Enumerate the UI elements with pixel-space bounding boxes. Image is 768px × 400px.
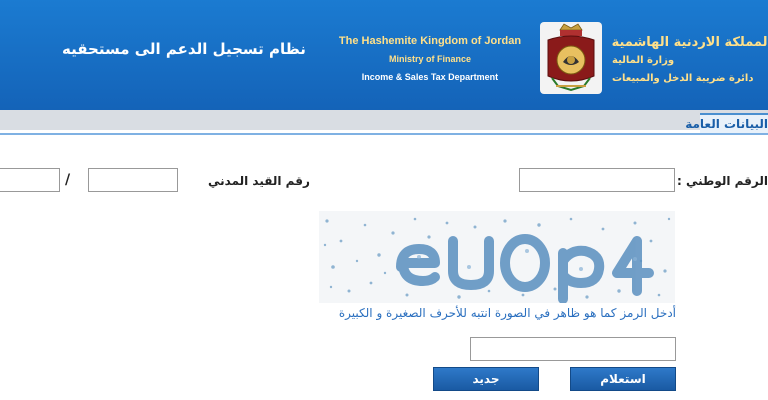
ar-department-name: دائرة ضريبة الدخل والمبيعات	[612, 73, 754, 84]
english-agency-block: The Hashemite Kingdom of Jordan Ministry…	[330, 32, 530, 86]
civil-registry-input-2[interactable]	[0, 168, 60, 192]
captcha-input[interactable]	[470, 337, 676, 361]
en-kingdom-name: The Hashemite Kingdom of Jordan	[338, 35, 522, 47]
ar-kingdom-name: المملكة الاردنية الهاشمية	[611, 35, 768, 50]
ar-ministry-name: وزارة المالية	[612, 55, 675, 66]
captcha-hint: أدخل الرمز كما هو ظاهر في الصورة انتبه ل…	[338, 306, 676, 320]
en-ministry-name: Ministry of Finance	[388, 54, 471, 64]
system-title: نظام تسجيل الدعم الى مستحقيه	[62, 40, 306, 58]
captcha-image	[319, 211, 675, 303]
jordan-coat-of-arms-icon	[540, 22, 602, 94]
civil-registry-separator: /	[65, 172, 71, 188]
header-banner: نظام تسجيل الدعم الى مستحقيه The Hashemi…	[0, 0, 768, 110]
submit-button[interactable]: استعلام	[570, 367, 676, 391]
arabic-agency-block: المملكة الاردنية الهاشمية وزارة المالية …	[612, 34, 768, 88]
en-department-name: Income & Sales Tax Department	[361, 72, 499, 82]
header-divider	[0, 110, 768, 130]
tab-general-label: البيانات العامة	[685, 117, 768, 131]
civil-registry-label: رقم القيد المدني	[208, 174, 310, 188]
tab-general[interactable]: البيانات العامة	[685, 113, 768, 135]
civil-registry-input[interactable]	[88, 168, 178, 192]
tab-underline	[0, 133, 768, 135]
national-number-input[interactable]	[519, 168, 675, 192]
new-button[interactable]: جديد	[433, 367, 539, 391]
national-number-label: الرقم الوطني :	[677, 174, 768, 188]
